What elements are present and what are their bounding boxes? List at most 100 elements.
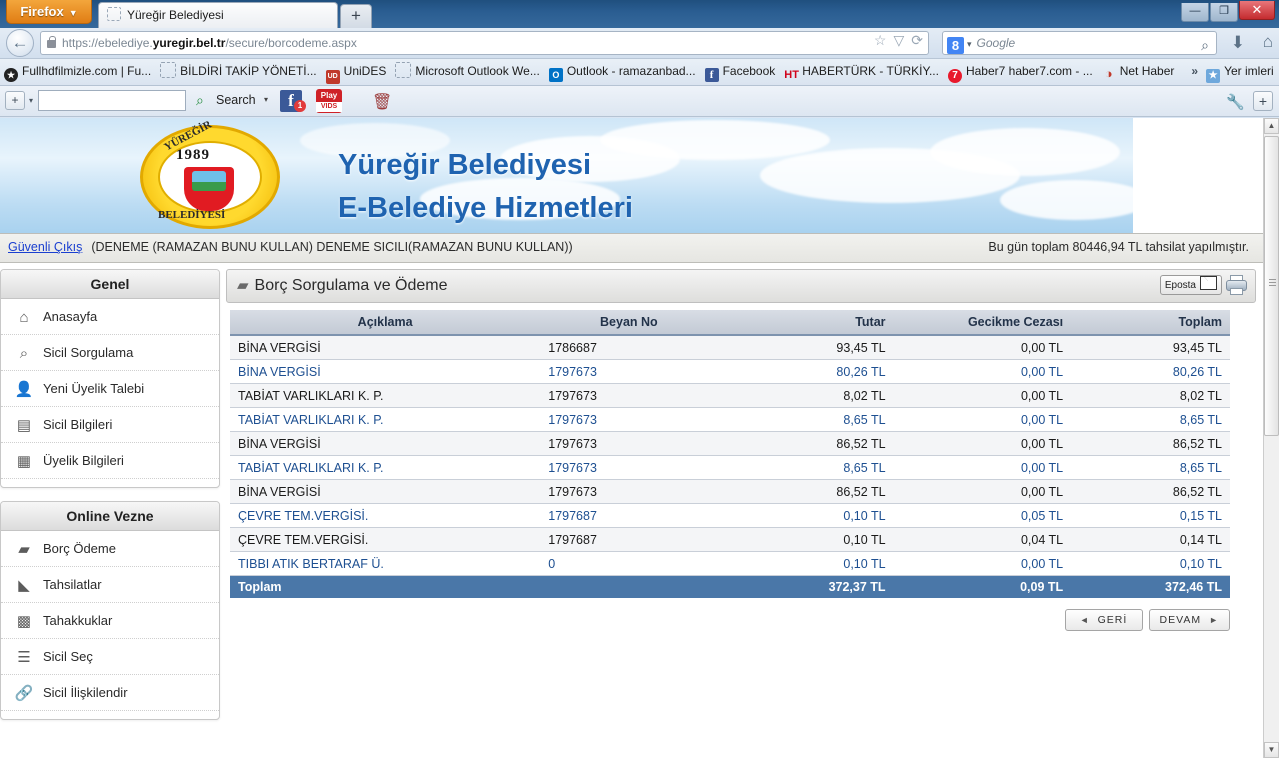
bookmark-label: Fullhdfilmizle.com | Fu...	[22, 64, 152, 78]
bookmarks-bar: ★ Fullhdfilmizle.com | Fu... BİLDİRİ TAKİP…	[0, 59, 1279, 86]
bookmark-label: HABERTÜRK - TÜRKİY...	[802, 64, 939, 78]
sidebar-item-label: Borç Ödeme	[43, 541, 116, 556]
scroll-up-button[interactable]: ▲	[1264, 118, 1279, 134]
search-icon: ⌕	[196, 92, 204, 108]
sidebar-item-borc-odeme[interactable]: ▰ Borç Ödeme	[1, 531, 219, 567]
cell-beyan-no: 1797673	[540, 479, 718, 504]
cell-toplam: 0,10 TL	[1071, 551, 1230, 576]
bar-chart-icon: ▩	[16, 613, 32, 630]
tab-strip: Yüreğir Belediyesi +	[98, 0, 372, 28]
chart-down-icon: ◣	[18, 577, 30, 594]
back-button-label: GERİ	[1097, 614, 1128, 626]
bookmark-star-icon[interactable]: ☆	[874, 32, 887, 48]
close-button[interactable]: ✕	[1239, 1, 1275, 20]
bookmarks-overflow-button[interactable]: »	[1191, 59, 1198, 84]
wrench-icon[interactable]: 🔧	[1226, 93, 1245, 111]
search-bar[interactable]: 8 ▾ Google ⌕	[942, 31, 1217, 55]
scrollbar-thumb[interactable]	[1264, 136, 1279, 436]
cell-toplam: 8,65 TL	[1071, 455, 1230, 480]
back-button[interactable]: ←	[6, 29, 34, 57]
window-controls: — ❐ ✕	[1180, 1, 1275, 22]
cell-tutar: 8,02 TL	[717, 383, 894, 408]
bookmark-item[interactable]: UD UniDES	[325, 59, 386, 84]
table-row: TABİAT VARLIKLARI K. P. 1797673 8,65 TL 0,0…	[230, 455, 1230, 480]
reload-icon[interactable]: ⟳	[911, 32, 923, 48]
bookmark-item[interactable]: HT HABERTÜRK - TÜRKİY...	[784, 59, 939, 84]
bookmark-label: Net Haber	[1119, 64, 1175, 78]
search-icon[interactable]: ⌕	[1201, 34, 1209, 56]
firefox-menu-label: Firefox	[20, 4, 64, 19]
url-bar[interactable]: https://ebelediye.yuregir.bel.tr/secure/…	[40, 31, 929, 55]
bookmark-item[interactable]: 7 Haber7 haber7.com - ...	[947, 59, 1093, 84]
addon-add-button[interactable]: +	[5, 91, 25, 110]
bookmark-item[interactable]: ★ Fullhdfilmizle.com | Fu...	[4, 59, 151, 84]
printer-icon[interactable]	[1225, 274, 1249, 296]
sidebar-item-yeni-uyelik-talebi[interactable]: 👤 Yeni Üyelik Talebi	[1, 371, 219, 407]
bookmark-item[interactable]: ◑ Net Haber	[1102, 59, 1175, 84]
user-info-text: (DENEME (RAMAZAN BUNU KULLAN) DENEME SIC…	[91, 240, 573, 254]
bookmark-item[interactable]: f Facebook	[704, 59, 775, 84]
sidebar-item-sicil-sorgulama[interactable]: ⌕ Sicil Sorgulama	[1, 335, 219, 371]
envelope-icon	[1200, 276, 1217, 290]
next-button[interactable]: DEVAM ►	[1148, 609, 1230, 631]
page-content: Genel ⌂ Anasayfa ⌕ Sicil Sorgulama 👤 Yeni Ü…	[0, 263, 1263, 733]
eposta-button[interactable]: Eposta	[1159, 275, 1222, 295]
logout-link[interactable]: Güvenli Çıkış	[8, 240, 82, 254]
chevron-down-icon[interactable]: ▾	[264, 95, 268, 104]
sidebar-item-sicil-iliskilendir[interactable]: 🔗 Sicil İlişkilendir	[1, 675, 219, 711]
new-tab-button[interactable]: +	[340, 4, 372, 28]
bookmarks-folder[interactable]: ★ Yer imleri	[1206, 59, 1274, 84]
cell-aciklama: ÇEVRE TEM.VERGİSİ.	[230, 503, 541, 528]
sidebar-item-sicil-bilgileri[interactable]: ▤ Sicil Bilgileri	[1, 407, 219, 443]
cell-gecikme: 0,05 TL	[893, 503, 1072, 528]
chevron-down-icon[interactable]: ▾	[967, 39, 972, 49]
cell-beyan-no: 1797673	[540, 407, 718, 432]
bookmark-item[interactable]: O Outlook - ramazanbad...	[548, 59, 696, 84]
sidebar-item-uyelik-bilgileri[interactable]: ▦ Üyelik Bilgileri	[1, 443, 219, 479]
addon-search-label[interactable]: Search	[216, 93, 256, 107]
bookmark-label: Outlook - ramazanbad...	[566, 64, 696, 78]
table-row: ÇEVRE TEM.VERGİSİ. 1797687 0,10 TL 0,04 TL 0…	[230, 527, 1230, 552]
playvids-line1: Play	[320, 91, 338, 100]
sidebar-item-tahakkuklar[interactable]: ▩ Tahakkuklar	[1, 603, 219, 639]
sidebar-item-label: Tahakkuklar	[43, 613, 113, 628]
chevron-down-icon[interactable]: ▽	[893, 32, 904, 48]
home-icon[interactable]: ⌂	[1263, 32, 1273, 52]
sidebar-item-anasayfa[interactable]: ⌂ Anasayfa	[1, 299, 219, 335]
column-header-beyan-no: Beyan No	[540, 310, 718, 336]
chevron-down-icon[interactable]: ▾	[29, 96, 33, 105]
sidebar-item-sicil-sec[interactable]: ☰ Sicil Seç	[1, 639, 219, 675]
url-domain: yuregir.bel.tr	[152, 36, 226, 50]
cell-toplam: 93,45 TL	[1071, 335, 1230, 360]
facebook-icon: f	[704, 68, 719, 82]
bookmark-item[interactable]: Microsoft Outlook We...	[395, 59, 540, 84]
addon-toolbar: + ▾ ⌕ Search ▾ f 1 Play VIDS 🗑 🔧 +	[0, 86, 1279, 117]
sidebar-item-label: Üyelik Bilgileri	[43, 453, 124, 468]
page-title: ▰ Borç Sorgulama ve Ödeme	[237, 276, 448, 295]
outlook-icon: O	[548, 68, 563, 82]
vertical-scrollbar[interactable]: ▲ ▼	[1263, 118, 1279, 758]
cell-aciklama: BİNA VERGİSİ	[230, 359, 541, 384]
minimize-button[interactable]: —	[1181, 3, 1209, 22]
playvids-line2: VIDS	[316, 102, 342, 112]
home-icon: ⌂	[19, 309, 29, 326]
scroll-down-button[interactable]: ▼	[1264, 742, 1279, 758]
table-row: BİNA VERGİSİ 1797673 86,52 TL 0,00 TL 86,52 …	[230, 479, 1230, 504]
cell-aciklama: ÇEVRE TEM.VERGİSİ.	[230, 527, 541, 552]
back-button[interactable]: ◄ GERİ	[1064, 609, 1143, 631]
bookmark-item[interactable]: BİLDİRİ TAKİP YÖNETİ...	[160, 59, 317, 84]
sidebar-item-tahsilatlar[interactable]: ◣ Tahsilatlar	[1, 567, 219, 603]
restore-button[interactable]: ❐	[1210, 3, 1238, 22]
tab-yuregir-belediyesi[interactable]: Yüreğir Belediyesi	[98, 2, 338, 28]
column-header-aciklama: Açıklama	[230, 310, 541, 336]
firefox-menu-button[interactable]: Firefox ▼	[6, 0, 92, 24]
cell-tutar: 93,45 TL	[717, 335, 894, 360]
arrow-right-icon: ►	[1209, 615, 1219, 625]
add-toolbar-button[interactable]: +	[1253, 91, 1273, 111]
table-row: BİNA VERGİSİ 1797673 86,52 TL 0,00 TL 86,52 …	[230, 431, 1230, 456]
addon-search-input[interactable]	[38, 90, 186, 111]
downloads-icon[interactable]: ⬇	[1231, 33, 1245, 53]
trash-icon[interactable]: 🗑	[372, 92, 392, 112]
next-button-label: DEVAM	[1159, 614, 1202, 626]
playvids-icon[interactable]: Play VIDS	[316, 89, 342, 113]
